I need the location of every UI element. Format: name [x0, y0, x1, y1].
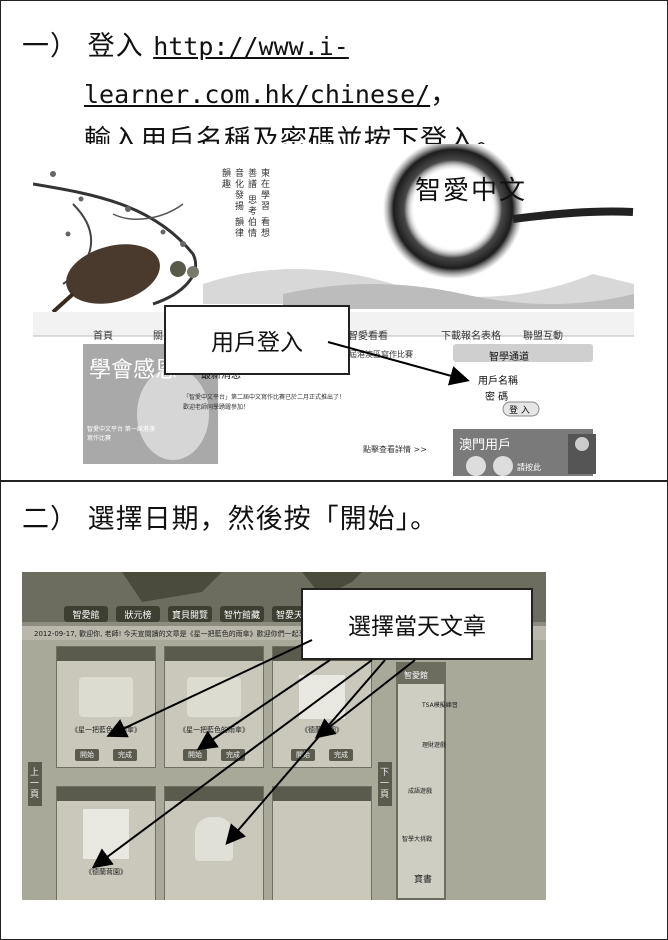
- tab-0[interactable]: 智愛館: [64, 606, 108, 622]
- nav-gallery[interactable]: 智愛看看: [348, 327, 388, 342]
- umbrella-image: [79, 677, 133, 717]
- step1-line2: learner.com.hk/chinese/，: [84, 72, 458, 111]
- article-card-5: [272, 786, 372, 900]
- side-item-0[interactable]: TSA模擬練習: [422, 700, 458, 709]
- date-line: 2012-09-17, 歡迎你, 老師! 今天宣閱讀的文章是《星一把藍色的雨傘》…: [34, 630, 334, 638]
- card-header: [57, 647, 155, 661]
- side-item-1[interactable]: 理財遊戲: [422, 740, 446, 749]
- step1-line1: 一） 登入 http://www.i-: [22, 24, 349, 63]
- nav-home[interactable]: 首頁: [93, 327, 113, 342]
- select-article-callout: 選擇當天文章: [301, 588, 533, 660]
- tab-2[interactable]: 寶貝閱覽: [168, 606, 212, 622]
- side-item-3[interactable]: 智學大挑戰: [402, 834, 432, 843]
- row-divider: [0, 480, 668, 482]
- password-label: 密 碼: [485, 392, 509, 403]
- article-card-3[interactable]: 《德蘭茸園》: [56, 786, 156, 900]
- article-card-2[interactable]: 《德蘭茸園》 開始 完成: [272, 646, 372, 768]
- step2-instruction: 選擇日期，然後按「開始」。: [87, 504, 439, 535]
- card-caption: 《星一把藍色的雨傘》: [71, 726, 141, 734]
- start-button[interactable]: 開始: [291, 749, 315, 761]
- finish-button[interactable]: 完成: [221, 749, 245, 761]
- card-caption: 《德蘭茸園》: [301, 726, 343, 734]
- nav-about[interactable]: 關: [153, 327, 163, 342]
- card-caption: 《星一把藍色的雨傘》: [179, 726, 249, 734]
- card-caption: 《德蘭茸園》: [85, 868, 127, 876]
- umbrella-image: [187, 677, 241, 717]
- article-card-0[interactable]: 《星一把藍色的雨傘》 開始 完成: [56, 646, 156, 768]
- flower-image: [299, 675, 345, 719]
- article-card-4[interactable]: [164, 786, 264, 900]
- step1-url-part2[interactable]: learner.com.hk/chinese/: [84, 80, 430, 109]
- start-button[interactable]: 開始: [183, 749, 207, 761]
- poem-text: 東在學習 看想善譜 思考伯情 音化發揚 韻律韻趣: [220, 168, 269, 239]
- step1-marker: 一）: [22, 31, 78, 62]
- card-header: [273, 787, 371, 801]
- start-button[interactable]: 開始: [75, 749, 99, 761]
- flower-image: [83, 809, 129, 859]
- more-link[interactable]: 點擊查看詳情 >>: [363, 444, 427, 455]
- banner-subtitle: 智愛中文平台 第一屆港澳寫作比賽: [87, 426, 155, 442]
- step1-verb: 登入: [87, 31, 144, 62]
- finish-button[interactable]: 完成: [329, 749, 353, 761]
- news-line1: 「智愛中文平台」第二屆中文寫作比賽已於二月正式推出了！: [183, 394, 346, 401]
- step1-url-part1[interactable]: http://www.i-: [153, 32, 349, 61]
- next-page-button[interactable]: 下一頁: [380, 768, 390, 801]
- finish-button[interactable]: 完成: [113, 749, 137, 761]
- login-button[interactable]: 登 入: [509, 403, 530, 416]
- username-label: 用戶名稱: [478, 376, 518, 387]
- step2-line: 二） 選擇日期，然後按「開始」。: [22, 497, 438, 536]
- tab-1[interactable]: 狀元榜: [116, 606, 160, 622]
- login-callout: 用戶登入: [164, 305, 350, 375]
- article-card-1[interactable]: 《星一把藍色的雨傘》 開始 完成: [164, 646, 264, 768]
- ad-subtext[interactable]: 請按此: [517, 462, 541, 473]
- step2-marker: 二）: [22, 504, 78, 535]
- card-header: [57, 787, 155, 801]
- side-panel-title: 智愛館: [404, 671, 428, 680]
- nav-download-form[interactable]: 下載報名表格: [441, 327, 501, 342]
- side-item-4[interactable]: 寶書: [414, 872, 432, 885]
- tab-3[interactable]: 智竹館藏: [220, 606, 264, 622]
- ad-text: 澳門用戶: [459, 438, 512, 453]
- side-item-2[interactable]: 成語遊戲: [408, 786, 432, 795]
- nav-links[interactable]: 聯盟互動: [523, 327, 563, 342]
- figure-image: [195, 817, 233, 861]
- card-header: [165, 787, 263, 801]
- news-line2: 歡迎老師同學踴躍參加！: [183, 404, 250, 411]
- step1-trailing: ，: [430, 79, 459, 110]
- prev-page-button[interactable]: 上一頁: [30, 768, 40, 801]
- site-logo: 智愛中文: [415, 176, 528, 206]
- card-header: [165, 647, 263, 661]
- login-panel-title: 智學通道: [489, 352, 529, 363]
